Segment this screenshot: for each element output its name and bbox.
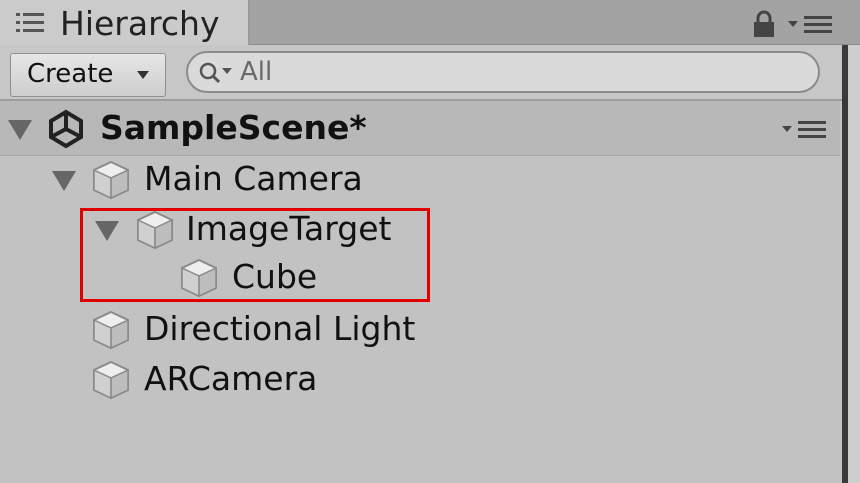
tab-hierarchy[interactable]: Hierarchy: [0, 0, 250, 45]
hierarchy-toolbar: Create: [0, 45, 860, 101]
scene-menu-icon[interactable]: [780, 119, 828, 139]
tree-item-label: ARCamera: [144, 359, 318, 398]
gameobject-cube-icon: [93, 160, 129, 200]
list-icon: [16, 13, 44, 32]
search-field[interactable]: [186, 51, 820, 93]
dropdown-arrow-icon: [137, 71, 149, 79]
lock-icon[interactable]: [752, 10, 776, 38]
panel-menu-icon[interactable]: [786, 14, 834, 36]
create-button-label: Create: [27, 59, 114, 89]
gameobject-cube-icon: [93, 360, 129, 400]
search-input[interactable]: [240, 56, 760, 88]
panel-edge: [842, 45, 860, 483]
tree-item-main-camera[interactable]: Main Camera: [0, 155, 840, 205]
scene-name: SampleScene*: [100, 108, 367, 147]
tab-label: Hierarchy: [60, 4, 220, 43]
search-icon: [199, 62, 232, 84]
expand-triangle-icon[interactable]: [52, 171, 76, 191]
tree-item-label: Main Camera: [144, 159, 363, 198]
expand-triangle-icon[interactable]: [8, 120, 32, 140]
scene-row[interactable]: SampleScene*: [0, 101, 840, 156]
tab-bar: Hierarchy: [0, 0, 860, 45]
tree-item-arcamera[interactable]: ARCamera: [0, 355, 840, 405]
gameobject-cube-icon: [93, 310, 129, 350]
highlight-annotation-box: [80, 208, 430, 302]
unity-logo-icon: [49, 109, 83, 149]
create-button[interactable]: Create: [10, 53, 166, 97]
panel-divider: [842, 45, 848, 483]
tree-item-directional-light[interactable]: Directional Light: [0, 305, 840, 355]
tree-item-label: Directional Light: [144, 309, 416, 348]
